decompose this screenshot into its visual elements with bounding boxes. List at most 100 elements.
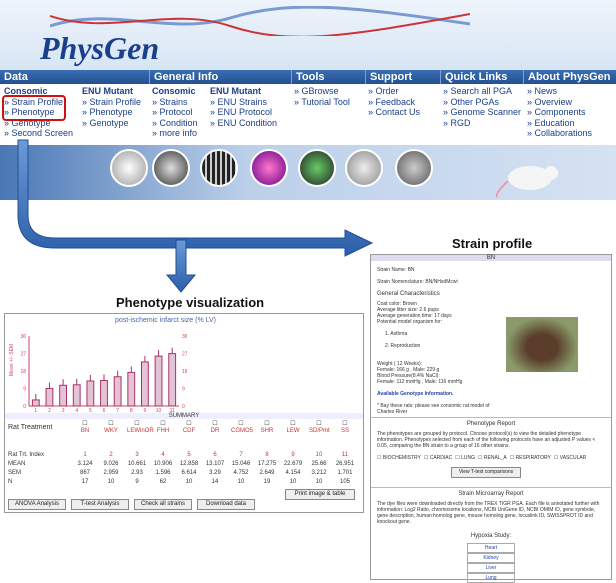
bar (72, 384, 81, 407)
sem-cell: 6.614 (181, 470, 197, 476)
strain-note: * Bay these rats: please see consomic ra… (377, 403, 490, 415)
strain-checkbox[interactable]: ☐ (153, 420, 173, 427)
y-tick-label: 0 (23, 404, 26, 410)
microarray-text: The dye files were downloaded directly f… (377, 501, 600, 525)
strain-name-cell: FHH (156, 428, 170, 434)
strain-checkbox[interactable]: ☐ (75, 420, 95, 427)
n-cell: 10 (107, 479, 115, 485)
bar (127, 371, 136, 407)
checkbox-biochemistry[interactable]: ☐ BIOCHEMISTRY (377, 455, 421, 461)
check-all-strains-button[interactable]: Check all strains (134, 499, 192, 510)
mean-cell: 15.046 (231, 461, 251, 467)
y-tick-label-right: 0 (182, 404, 185, 410)
sem-cell: 867 (79, 470, 90, 476)
strain-name: Strain Name: BN (377, 267, 415, 273)
strain-checkbox[interactable]: ☐ (101, 420, 121, 427)
strain-name-cell: CGMO5 (231, 428, 254, 434)
checkbox-renal[interactable]: ☐ RENAL_A (478, 455, 507, 461)
checkbox-respiratory[interactable]: ☐ RESPIRATORY (510, 455, 551, 461)
organ-link-lung[interactable]: Lung (467, 573, 515, 583)
mean-cell: 12.858 (179, 461, 199, 467)
bar (154, 355, 163, 407)
divider (371, 417, 611, 418)
checkbox-label: RESPIRATORY (515, 455, 551, 461)
mean-cell: 13.107 (205, 461, 225, 467)
organ-links: Heart Kidney Liver Lung (467, 543, 515, 583)
index-cell: 10 (315, 452, 323, 458)
summary-heading: SUMMARY (5, 413, 363, 419)
anova-button[interactable]: ANOVA Analysis (8, 499, 66, 510)
checkbox-cardiac[interactable]: ☐ CARDIAC (424, 455, 452, 461)
strain-name-cell: WKY (104, 428, 118, 434)
bar (100, 380, 108, 407)
index-cell: 1 (83, 452, 87, 458)
download-data-button[interactable]: Download data (197, 499, 255, 510)
phenotype-bar-chart: Mean +/- SEM0 09 918 1827 2736 361 2 3 4 5 6 7 8 9 10 1… (9, 334, 187, 414)
strain-header: BN (371, 255, 611, 261)
strain-checkbox[interactable]: ☐ (179, 420, 199, 427)
checkbox-label: VASCULAR (559, 455, 587, 461)
n-cell: 105 (339, 479, 350, 485)
sem-cell: 4.154 (285, 470, 301, 476)
strain-checkbox[interactable]: ☐ (231, 420, 251, 427)
checkbox-vascular[interactable]: ☐ VASCULAR (554, 455, 586, 461)
y-tick-label-right: 18 (182, 369, 187, 375)
checkbox-lung[interactable]: ☐ LUNG (455, 455, 475, 461)
strain-checkbox[interactable]: ☐ (335, 420, 355, 427)
index-cell: 6 (213, 452, 217, 458)
chart-title: post-ischemic infarct size (% LV) (115, 317, 217, 324)
print-button[interactable]: Print image & table (285, 489, 355, 500)
strain-profile-panel: BN Strain Name: BN Strain Nomenclature: … (370, 254, 612, 583)
bar (31, 399, 40, 407)
n-cell: 17 (81, 479, 89, 485)
y-tick-label: 18 (20, 369, 26, 375)
index-cell: 9 (291, 452, 295, 458)
y-tick-label: 27 (20, 352, 26, 358)
organ-link-kidney[interactable]: Kidney (467, 553, 515, 563)
mean-cell: 10.906 (153, 461, 173, 467)
strain-details: Coat color: Brown Average litter size: 2… (377, 301, 507, 415)
mean-cell: 25.66 (311, 461, 327, 467)
row-label-treatment: Rat Treatment (8, 424, 53, 431)
phenotype-visualization-label: Phenotype visualization (116, 295, 265, 310)
checkbox-label: BIOCHEMISTRY (382, 455, 421, 461)
ttest-button[interactable]: T-test Analysis (71, 499, 129, 510)
row-label-n: N (8, 479, 13, 485)
phenotype-panel: post-ischemic infarct size (% LV) Mean +… (4, 313, 364, 513)
y-tick-label-right: 27 (182, 352, 187, 358)
bar (45, 387, 54, 407)
n-cell: 10 (315, 479, 323, 485)
bar (86, 380, 95, 407)
genotype-link[interactable]: Available Genotype Information. (377, 391, 507, 397)
weight-line: Female: 112 mmHg , Male: 116 mmHg (377, 379, 463, 385)
mean-cell: 9.026 (103, 461, 119, 467)
mean-cell: 3.124 (77, 461, 93, 467)
mean-cell: 10.661 (127, 461, 147, 467)
strain-checkbox[interactable]: ☐ (309, 420, 329, 427)
sem-cell: 1.596 (155, 470, 171, 476)
n-cell: 19 (263, 479, 271, 485)
strain-checkbox[interactable]: ☐ (205, 420, 225, 427)
general-characteristics: General Characteristics (377, 291, 440, 297)
index-cell: 7 (239, 452, 243, 458)
detail-line: Potential model organism for: (377, 319, 443, 325)
index-cell: 4 (161, 452, 165, 458)
strain-name-cell: LEW (286, 428, 300, 434)
strain-checkbox[interactable]: ☐ (257, 420, 277, 427)
mean-cell: 22.679 (283, 461, 303, 467)
strain-checkbox[interactable]: ☐ (283, 420, 303, 427)
organ-link-heart[interactable]: Heart (467, 543, 515, 553)
strain-checkbox[interactable]: ☐ (127, 420, 147, 427)
bar (113, 376, 122, 407)
index-cell: 3 (135, 452, 139, 458)
strain-name-cell: SHR (260, 428, 274, 434)
view-ttest-button[interactable]: View T-test comparisons (451, 467, 521, 478)
bar (168, 353, 177, 407)
n-cell: 14 (211, 479, 219, 485)
phenotype-report-heading: Phenotype Report (466, 421, 516, 427)
organ-link-liver[interactable]: Liver (467, 563, 515, 573)
row-label-mean: MEAN (8, 461, 26, 467)
checkbox-label: LUNG (461, 455, 476, 461)
mean-cell: 17.275 (257, 461, 277, 467)
brown-rat-photo (506, 317, 578, 372)
